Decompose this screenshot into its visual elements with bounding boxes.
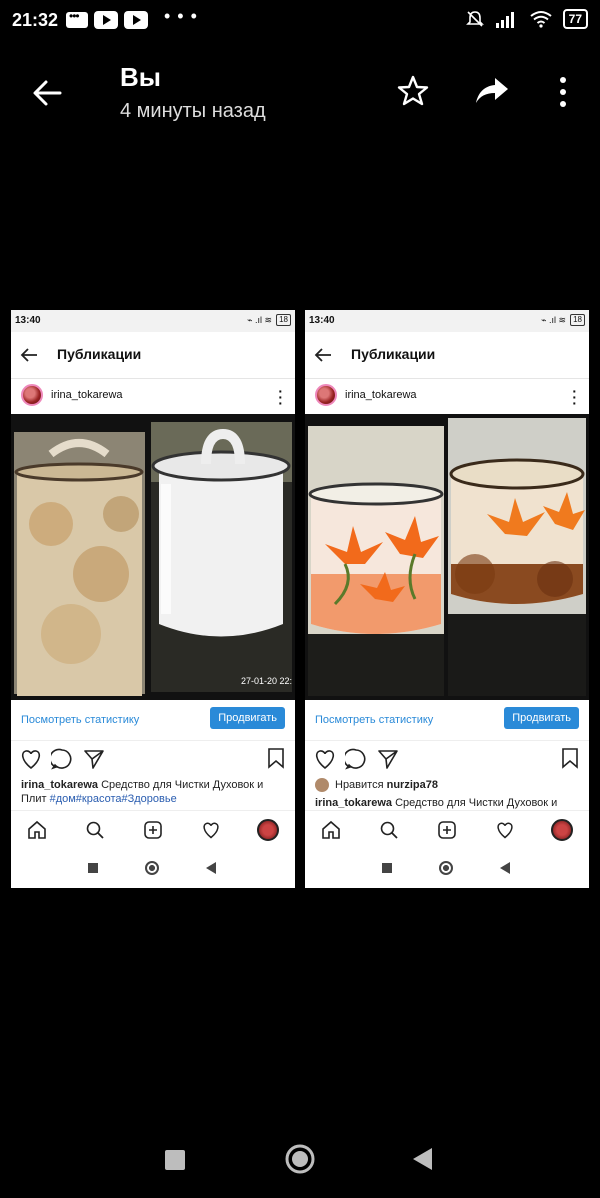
comment-icon xyxy=(51,748,72,770)
notification-icons xyxy=(66,9,148,29)
screenshot-battery: 18 xyxy=(570,314,585,326)
system-status-icons: 77 xyxy=(465,9,588,29)
heart-icon xyxy=(203,822,219,839)
photo-pots-before-after xyxy=(305,414,589,700)
add-icon xyxy=(438,821,456,839)
screenshot-system-nav xyxy=(11,848,295,888)
screenshot-battery: 18 xyxy=(276,314,291,326)
more-vert-icon[interactable] xyxy=(552,74,574,110)
post-username: irina_tokarewa xyxy=(51,389,123,401)
screenshot-status-bar: 13:40 ⌁ .ıl ≋ 18 xyxy=(305,310,589,332)
back-button[interactable] xyxy=(410,1146,434,1172)
post-caption: irina_tokarewa Средство для Чистки Духов… xyxy=(315,796,579,810)
avatar xyxy=(315,778,329,793)
mute-icon xyxy=(465,11,484,27)
screenshot-time: 13:40 xyxy=(309,315,335,326)
caption-hashtags: #дом#красота#Здоровье xyxy=(49,793,177,805)
back-arrow-icon xyxy=(20,348,37,362)
screenshot-status-icons: ⌁ .ıl ≋ 18 xyxy=(541,314,585,326)
view-stats-link: Посмотреть статистику xyxy=(21,714,140,726)
back-triangle-icon xyxy=(500,862,510,874)
search-icon xyxy=(86,821,104,839)
status-time: 21:32 xyxy=(12,10,59,30)
heart-icon xyxy=(315,750,335,770)
home-circle-icon xyxy=(439,861,453,875)
chat-title: Вы xyxy=(120,62,161,92)
shared-screenshot-2[interactable]: 13:40 ⌁ .ıl ≋ 18 Публикации irina_tokare… xyxy=(305,310,589,888)
promote-button: Продвигать xyxy=(210,707,285,729)
caption-username: irina_tokarewa xyxy=(21,779,99,791)
caption-text: Средство для Чистки Духовок и xyxy=(395,797,558,809)
comment-icon xyxy=(345,748,366,770)
post-username: irina_tokarewa xyxy=(345,389,417,401)
screenshot-time: 13:40 xyxy=(15,315,41,326)
promote-button: Продвигать xyxy=(504,707,579,729)
recents-icon xyxy=(88,863,98,873)
avatar xyxy=(315,384,337,406)
home-icon xyxy=(28,820,46,839)
instagram-bottom-nav xyxy=(11,810,295,849)
back-arrow-icon xyxy=(314,348,331,362)
add-icon xyxy=(144,821,162,839)
post-author: irina_tokarewa · · · xyxy=(11,378,295,414)
photo-pots-before-after: 27-01-20 22: xyxy=(11,414,295,700)
view-stats-link: Посмотреть статистику xyxy=(315,714,434,726)
back-arrow-icon[interactable] xyxy=(30,76,64,110)
caption-username: irina_tokarewa xyxy=(315,797,393,809)
search-icon xyxy=(380,821,398,839)
post-actions xyxy=(11,746,295,774)
heart-icon xyxy=(497,822,513,839)
bookmark-icon xyxy=(562,748,578,769)
home-icon xyxy=(322,820,340,839)
photo-timestamp: 27-01-20 22: xyxy=(241,676,292,686)
message-icon xyxy=(66,9,88,28)
screenshot-header-title: Публикации xyxy=(57,346,142,362)
screenshot-status-bar: 13:40 ⌁ .ıl ≋ 18 xyxy=(11,310,295,332)
battery-indicator: 77 xyxy=(562,9,588,29)
youtube-icon xyxy=(94,11,118,29)
likes-username: nurzipa78 xyxy=(386,779,438,791)
shared-screenshot-1[interactable]: 13:40 ⌁ .ıl ≋ 18 Публикации irina_tokare… xyxy=(11,310,295,888)
youtube-icon xyxy=(124,11,148,29)
home-button[interactable] xyxy=(285,1144,315,1174)
post-author: irina_tokarewa · · · xyxy=(305,378,589,414)
send-icon xyxy=(378,750,398,769)
recents-button[interactable] xyxy=(165,1150,185,1170)
stats-bar: Посмотреть статистику Продвигать xyxy=(11,700,295,741)
post-photo xyxy=(305,414,589,700)
send-icon xyxy=(84,750,104,769)
post-caption: irina_tokarewa Средство для Чистки Духов… xyxy=(21,778,285,806)
screenshot-header: Публикации xyxy=(305,332,589,379)
avatar xyxy=(551,819,573,841)
screenshot-system-nav xyxy=(305,848,589,888)
screenshot-header-title: Публикации xyxy=(351,346,436,362)
more-notifications-icon: • • • xyxy=(164,6,198,26)
more-vert-icon: · · · xyxy=(278,383,283,411)
likes-line: Нравится nurzipa78 xyxy=(315,778,579,793)
signal-icon xyxy=(495,12,514,28)
stats-bar: Посмотреть статистику Продвигать xyxy=(305,700,589,741)
post-actions xyxy=(305,746,589,774)
likes-prefix: Нравится xyxy=(335,779,384,791)
more-vert-icon: · · · xyxy=(572,383,577,411)
screenshot-header: Публикации xyxy=(11,332,295,379)
heart-icon xyxy=(21,750,41,770)
chat-subtitle: 4 минуты назад xyxy=(120,100,266,122)
avatar xyxy=(257,819,279,841)
home-circle-icon xyxy=(145,861,159,875)
post-photo: 27-01-20 22: xyxy=(11,414,295,700)
star-icon[interactable] xyxy=(396,74,430,108)
wifi-icon xyxy=(530,11,552,28)
screenshot-status-icons: ⌁ .ıl ≋ 18 xyxy=(247,314,291,326)
avatar xyxy=(21,384,43,406)
bookmark-icon xyxy=(268,748,284,769)
back-triangle-icon xyxy=(206,862,216,874)
share-icon[interactable] xyxy=(474,74,510,108)
recents-icon xyxy=(382,863,392,873)
instagram-bottom-nav xyxy=(305,810,589,849)
